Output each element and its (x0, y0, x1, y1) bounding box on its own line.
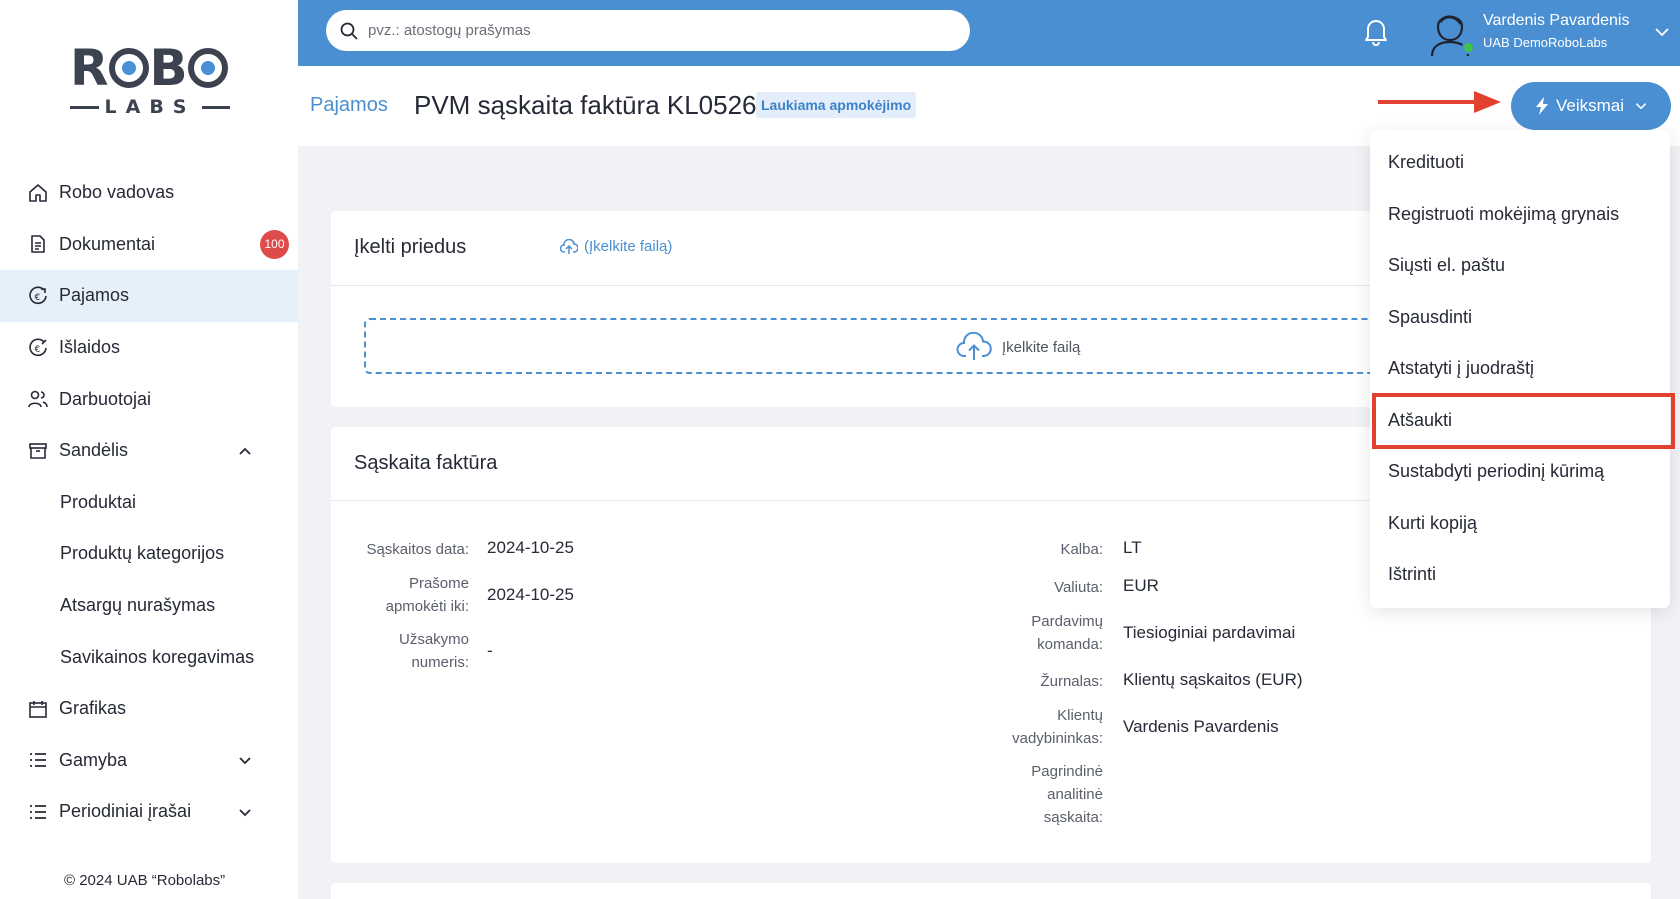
chevron-down-icon[interactable] (1654, 24, 1670, 40)
chevron-down-icon[interactable] (238, 753, 252, 767)
search-icon (340, 22, 358, 40)
sidebar-item-produktu-kategorijos[interactable]: Produktų kategorijos (0, 528, 298, 580)
next-card (331, 883, 1651, 899)
sidebar-item-gamyba[interactable]: Gamyba (0, 735, 298, 787)
sales-team-label: Pardavimų komanda: (1031, 613, 1103, 653)
cloud-upload-icon (956, 332, 992, 360)
user-name[interactable]: Vardenis Pavardenis (1483, 12, 1629, 30)
sidebar-item-label: Sandėlis (59, 440, 129, 461)
language-label: Kalba: (1060, 541, 1103, 558)
menu-item-kredituoti[interactable]: Kredituoti (1388, 152, 1464, 173)
invoice-date-label: Sąskaitos data: (366, 541, 469, 558)
menu-item-sustabdyti-periodini-kurima[interactable]: Sustabdyti periodinį kūrimą (1388, 461, 1604, 482)
sidebar-item-label: Atsargų nurašymas (60, 595, 216, 616)
menu-item-kurti-kopija[interactable]: Kurti kopiją (1388, 513, 1477, 534)
sidebar-item-label: Grafikas (59, 698, 127, 719)
sidebar-item-label: Gamyba (59, 749, 128, 770)
copyright-text: © 2024 UAB “Robolabs” (64, 872, 226, 889)
actions-button[interactable]: Veiksmai (1511, 82, 1671, 130)
sidebar-item-grafikas[interactable]: Grafikas (0, 683, 298, 735)
document-icon (28, 234, 48, 254)
sales-team-value: Tiesioginiai pardavimai (1123, 623, 1296, 642)
menu-item-istrinti[interactable]: Ištrinti (1388, 564, 1436, 585)
upload-file-link[interactable]: (Įkelkite failą) (560, 238, 672, 255)
highlight-annotation (1372, 393, 1675, 449)
top-bar: Vardenis Pavardenis UAB DemoRoboLabs (298, 0, 1680, 66)
archive-icon (28, 441, 48, 461)
svg-text:€: € (35, 345, 41, 355)
chevron-down-icon[interactable] (238, 805, 252, 819)
due-date-label: Prašome apmokėti iki: (385, 575, 469, 615)
user-company[interactable]: UAB DemoRoboLabs (1483, 35, 1607, 50)
menu-item-atstatyti-i-juodrasti[interactable]: Atstatyti į juodraštį (1388, 358, 1534, 379)
menu-item-siusti-el-pastu[interactable]: Siųsti el. paštu (1388, 255, 1505, 276)
bell-icon[interactable] (1362, 16, 1390, 46)
euro-out-icon: € (28, 338, 48, 358)
order-number-value: - (487, 641, 493, 660)
sidebar-item-sandelis[interactable]: Sandėlis (0, 425, 298, 477)
language-value: LT (1123, 538, 1142, 557)
main-analytic-account-label: Pagrindinė analitinė sąskaita: (1031, 763, 1103, 826)
lightning-icon (1535, 97, 1548, 115)
online-status-dot (1462, 41, 1475, 54)
home-icon (28, 183, 48, 203)
calendar-icon (28, 699, 48, 719)
chevron-up-icon[interactable] (238, 444, 252, 458)
journal-label: Žurnalas: (1040, 673, 1103, 690)
sidebar-item-savikainos-koregavimas[interactable]: Savikainos koregavimas (0, 631, 298, 683)
dropzone-label: Įkelkite failą (1002, 338, 1081, 356)
red-arrow-annotation (1378, 91, 1501, 113)
journal-value: Klientų sąskaitos (EUR) (1123, 670, 1303, 689)
users-icon (28, 389, 48, 409)
currency-label: Valiuta: (1054, 579, 1103, 596)
search-input[interactable] (368, 22, 928, 39)
menu-item-spausdinti[interactable]: Spausdinti (1388, 307, 1472, 328)
sidebar-item-label: Produktai (60, 491, 137, 512)
sidebar-item-label: Pajamos (59, 285, 130, 306)
account-manager-value: Vardenis Pavardenis (1123, 717, 1279, 736)
list-icon (28, 750, 48, 770)
cloud-upload-icon (560, 238, 578, 254)
list-icon (28, 802, 48, 822)
sidebar-item-label: Robo vadovas (59, 182, 175, 203)
sidebar-item-produktai[interactable]: Produktai (0, 477, 298, 529)
sidebar-item-dokumentai[interactable]: Dokumentai 100 (0, 219, 298, 271)
attachments-title: Įkelti priedus (354, 236, 467, 258)
status-badge: Laukiama apmokėjimo (756, 92, 917, 118)
page-title: PVM sąskaita faktūra KL0526 (414, 90, 757, 120)
sidebar-item-robo-vadovas[interactable]: Robo vadovas (0, 167, 298, 219)
upload-link-label: (Įkelkite failą) (584, 238, 673, 255)
sidebar-item-label: Periodiniai įrašai (59, 801, 192, 822)
sidebar-nav: Robo vadovas Dokumentai 100 € Pajamos € … (0, 167, 298, 838)
actions-button-label: Veiksmai (1555, 96, 1625, 115)
account-manager-label: Klientų vadybininkas: (1012, 707, 1103, 747)
due-date-value: 2024-10-25 (487, 585, 574, 604)
invoice-date-value: 2024-10-25 (487, 538, 574, 557)
sidebar-item-darbuotojai[interactable]: Darbuotojai (0, 373, 298, 425)
chevron-down-icon (1635, 103, 1647, 110)
robolabs-logo[interactable]: RB LABS (70, 42, 231, 122)
sidebar-item-atsargu-nurasymas[interactable]: Atsargų nurašymas (0, 580, 298, 632)
sidebar-item-periodiniai-irasai[interactable]: Periodiniai įrašai (0, 786, 298, 838)
sidebar: RB LABS Robo vadovas Dokumentai 100 € Pa… (0, 0, 298, 899)
euro-in-icon: € (28, 286, 48, 306)
sidebar-item-label: Savikainos koregavimas (60, 646, 255, 667)
sidebar-item-label: Produktų kategorijos (60, 543, 225, 564)
svg-text:€: € (35, 293, 41, 303)
sidebar-item-label: Darbuotojai (59, 388, 152, 409)
logo-labs-text: LABS (104, 96, 196, 118)
sidebar-item-islaidos[interactable]: € Išlaidos (0, 322, 298, 374)
breadcrumb[interactable]: Pajamos (310, 94, 388, 117)
sidebar-item-label: Dokumentai (59, 233, 156, 254)
menu-item-registruoti-mokejima[interactable]: Registruoti mokėjimą grynais (1388, 204, 1619, 225)
invoice-title: Sąskaita faktūra (354, 452, 498, 474)
sidebar-item-label: Išlaidos (59, 337, 121, 358)
order-number-label: Užsakymo numeris: (398, 631, 469, 671)
actions-dropdown-menu: Kredituoti Registruoti mokėjimą grynais … (1370, 130, 1670, 608)
sidebar-item-pajamos[interactable]: € Pajamos (0, 270, 298, 322)
currency-value: EUR (1123, 576, 1159, 595)
search-box[interactable] (326, 10, 970, 51)
documents-count-badge: 100 (260, 229, 289, 259)
